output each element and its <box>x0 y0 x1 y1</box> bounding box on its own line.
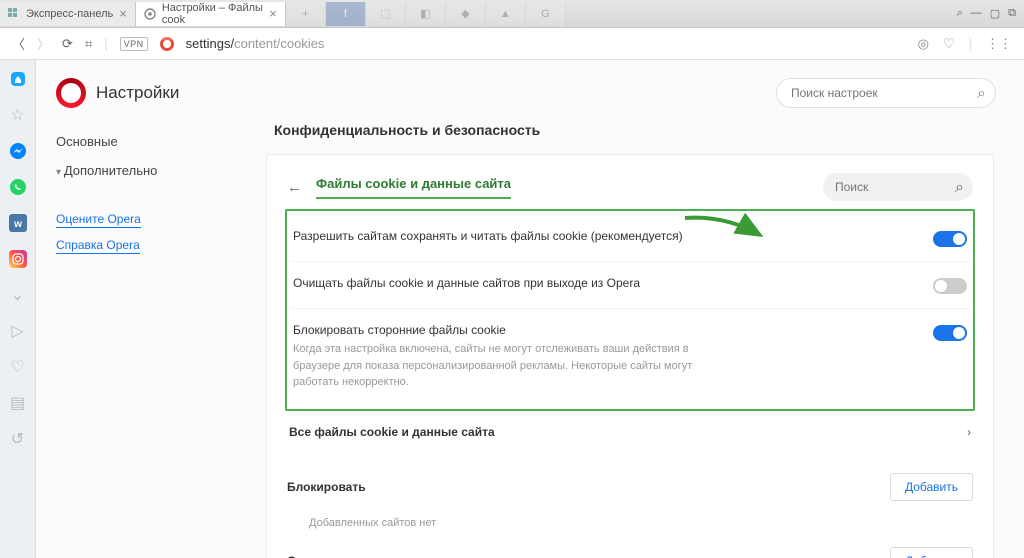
add-blocked-button[interactable]: Добавить <box>890 473 973 501</box>
url-field[interactable]: settings/content/cookies <box>186 36 906 51</box>
tab-speed-dial[interactable]: Экспресс-панель × <box>0 2 136 26</box>
all-cookies-row[interactable]: Все файлы cookie и данные сайта › <box>287 409 973 455</box>
vk-icon[interactable]: w <box>9 214 27 232</box>
settings-card: ← Файлы cookie и данные сайта ⌕ Разрешит… <box>266 154 994 558</box>
toggle-clear-on-exit[interactable] <box>933 278 967 294</box>
close-window-icon[interactable]: ⧉ <box>1008 7 1016 20</box>
back-icon[interactable]: 〈 <box>12 34 25 53</box>
search-icon[interactable]: ⌕ <box>957 7 963 20</box>
section-title: Конфиденциальность и безопасность <box>274 122 994 138</box>
tab-bg[interactable]: ◆ <box>446 2 486 26</box>
add-clearexit-button[interactable]: Добавить <box>890 547 973 558</box>
tab-label: Настройки – Файлы cook <box>162 2 263 26</box>
tab-settings[interactable]: Настройки – Файлы cook × <box>136 2 286 26</box>
address-bar: 〈 〉 ⟳ ⌗ | VPN settings/content/cookies ◎… <box>0 28 1024 60</box>
card-title: Файлы cookie и данные сайта <box>316 176 511 199</box>
tab-bg[interactable]: ▲ <box>486 2 526 26</box>
tab-bg[interactable]: ◧ <box>406 2 446 26</box>
option-allow-cookies: Разрешить сайтам сохранять и читать файл… <box>293 229 919 243</box>
sidebar-item-advanced[interactable]: Дополнительно <box>56 163 236 178</box>
tab-label: Экспресс-панель <box>26 8 113 20</box>
sidebar-link-rate[interactable]: Оцените Opera <box>56 212 141 228</box>
card-search: ⌕ <box>823 173 973 201</box>
tab-bg[interactable]: ⬚ <box>366 2 406 26</box>
back-icon[interactable]: ← <box>287 179 302 196</box>
main-panel: Конфиденциальность и безопасность ← Файл… <box>256 118 1024 558</box>
opera-logo-icon <box>56 78 86 108</box>
toggle-allow-cookies[interactable] <box>933 231 967 247</box>
star-icon[interactable]: ☆ <box>9 106 27 124</box>
settings-sidebar: Основные Дополнительно Оцените Opera Спр… <box>36 118 256 558</box>
settings-search-input[interactable] <box>776 78 996 108</box>
vpn-badge[interactable]: VPN <box>120 37 148 51</box>
plus-icon: + <box>302 8 308 20</box>
all-cookies-label: Все файлы cookie и данные сайта <box>289 425 495 439</box>
news-icon[interactable]: ▤ <box>9 394 27 412</box>
option-clear-on-exit: Очищать файлы cookie и данные сайтов при… <box>293 276 919 290</box>
forward-icon[interactable]: 〉 <box>37 34 50 53</box>
history-icon[interactable]: ↺ <box>9 430 27 448</box>
toggle-block-third-party[interactable] <box>933 325 967 341</box>
option-block-third-party: Блокировать сторонние файлы cookie <box>293 323 919 337</box>
side-rail: ☆ w ⌄ ▷ ♡ ▤ ↺ <box>0 60 36 558</box>
group-blocked-title: Блокировать <box>287 480 366 494</box>
minimize-icon[interactable]: — <box>971 7 982 20</box>
option-block-desc: Когда эта настройка включена, сайты не м… <box>293 341 713 391</box>
tab-bg[interactable]: f <box>326 2 366 26</box>
close-icon[interactable]: × <box>119 6 127 21</box>
content-area: Настройки ⌕ Основные Дополнительно Оцени… <box>36 60 1024 558</box>
close-icon[interactable]: × <box>269 6 277 21</box>
tab-new[interactable]: + <box>286 2 326 26</box>
chevron-down-icon[interactable]: ⌄ <box>9 286 27 304</box>
gear-icon <box>144 8 156 20</box>
heart-icon[interactable]: ♡ <box>943 36 955 52</box>
messenger-icon[interactable] <box>9 142 27 160</box>
send-icon[interactable]: ▷ <box>9 322 27 340</box>
home-icon[interactable] <box>9 70 27 88</box>
blocked-empty: Добавленных сайтов нет <box>309 517 973 529</box>
menu-icon[interactable]: ⋮⋮ <box>986 36 1012 52</box>
camera-icon[interactable]: ◎ <box>918 36 929 52</box>
maximize-icon[interactable]: ▢ <box>990 7 1000 20</box>
page-title: Настройки <box>96 83 179 103</box>
heart-rail-icon[interactable]: ♡ <box>9 358 27 376</box>
grid-icon[interactable]: ⌗ <box>85 36 92 52</box>
highlighted-toggles: Разрешить сайтам сохранять и читать файл… <box>285 209 975 411</box>
tab-bar: Экспресс-панель × Настройки – Файлы cook… <box>0 0 1024 28</box>
card-search-input[interactable] <box>823 173 973 201</box>
tab-bg[interactable]: G <box>526 2 566 26</box>
opera-icon <box>160 37 174 51</box>
window-controls: ⌕ — ▢ ⧉ <box>957 7 1024 20</box>
reload-icon[interactable]: ⟳ <box>62 36 73 52</box>
group-clearexit-title: Очистить при выходе <box>287 554 418 558</box>
sidebar-link-help[interactable]: Справка Opera <box>56 238 140 254</box>
whatsapp-icon[interactable] <box>9 178 27 196</box>
speed-dial-icon <box>8 8 20 20</box>
search-icon: ⌕ <box>955 179 964 197</box>
svg-text:w: w <box>13 219 22 230</box>
chevron-right-icon: › <box>967 425 971 439</box>
sidebar-item-basic[interactable]: Основные <box>56 134 236 149</box>
settings-search: ⌕ <box>776 78 996 108</box>
instagram-icon[interactable] <box>9 250 27 268</box>
search-icon: ⌕ <box>977 85 986 103</box>
